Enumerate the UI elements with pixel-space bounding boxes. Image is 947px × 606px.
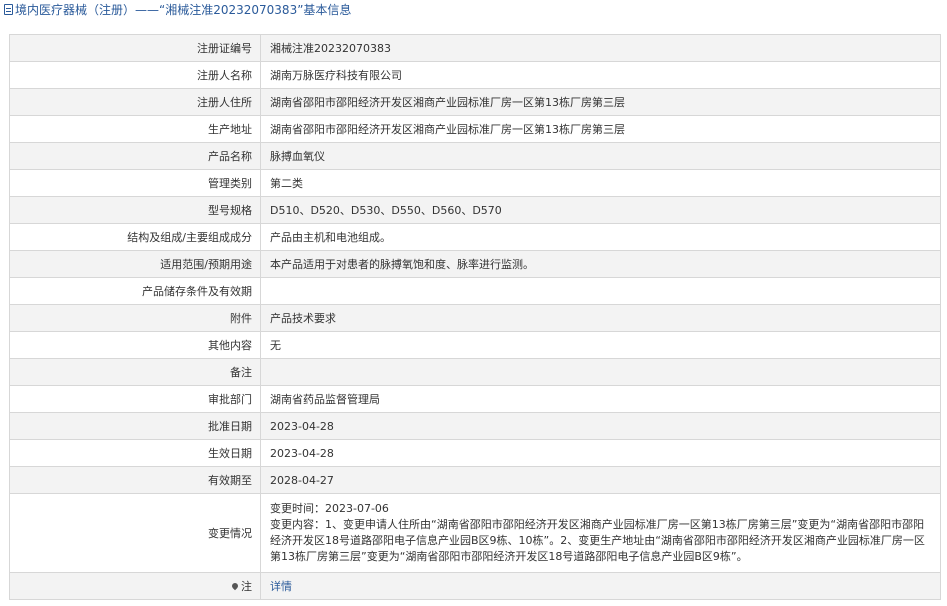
field-label: 适用范围/预期用途	[9, 250, 261, 278]
table-row: 其他内容 无	[9, 331, 941, 359]
field-label: 附件	[9, 304, 261, 332]
table-row: 生效日期 2023-04-28	[9, 439, 941, 467]
note-label: 注	[241, 579, 252, 593]
table-row: 附件 产品技术要求	[9, 304, 941, 332]
field-value: 湘械注准20232070383	[260, 34, 941, 62]
field-value: 2023-04-28	[260, 439, 941, 467]
field-label: 变更情况	[9, 493, 261, 573]
field-label: 注册人名称	[9, 61, 261, 89]
field-label: 有效期至	[9, 466, 261, 494]
field-value: 湖南万脉医疗科技有限公司	[260, 61, 941, 89]
change-time: 变更时间：2023-07-06	[270, 502, 389, 515]
table-row: 有效期至 2028-04-27	[9, 466, 941, 494]
field-value: 2023-04-28	[260, 412, 941, 440]
field-value: 产品由主机和电池组成。	[260, 223, 941, 251]
table-row: 产品名称 脉搏血氧仪	[9, 142, 941, 170]
field-label: 注册人住所	[9, 88, 261, 116]
page-header: 境内医疗器械（注册）——“湘械注准20232070383”基本信息	[0, 0, 947, 22]
field-value	[260, 358, 941, 386]
field-label: 注册证编号	[9, 34, 261, 62]
field-value: 2028-04-27	[260, 466, 941, 494]
field-label: 产品名称	[9, 142, 261, 170]
field-label: 批准日期	[9, 412, 261, 440]
field-label: 管理类别	[9, 169, 261, 197]
page-title: 境内医疗器械（注册）——“湘械注准20232070383”基本信息	[15, 3, 352, 17]
note-value-cell: 详情	[260, 572, 941, 600]
change-content: 变更内容：1、变更申请人住所由“湖南省邵阳市邵阳经济开发区湘商产业园标准厂房一区…	[270, 518, 925, 563]
table-row: 备注	[9, 358, 941, 386]
change-details: 变更时间：2023-07-06 变更内容：1、变更申请人住所由“湖南省邵阳市邵阳…	[260, 493, 941, 573]
pin-icon	[230, 581, 240, 590]
table-row: 审批部门 湖南省药品监督管理局	[9, 385, 941, 413]
field-label: 生效日期	[9, 439, 261, 467]
field-label: 审批部门	[9, 385, 261, 413]
field-value: 无	[260, 331, 941, 359]
table-row: 结构及组成/主要组成成分 产品由主机和电池组成。	[9, 223, 941, 251]
field-value: 产品技术要求	[260, 304, 941, 332]
field-label: 生产地址	[9, 115, 261, 143]
note-label-cell: 注	[9, 572, 261, 600]
table-row: 产品储存条件及有效期	[9, 277, 941, 305]
table-row: 适用范围/预期用途 本产品适用于对患者的脉搏氧饱和度、脉率进行监测。	[9, 250, 941, 278]
table-row-note: 注 详情	[9, 572, 941, 600]
field-value: 脉搏血氧仪	[260, 142, 941, 170]
field-value: 第二类	[260, 169, 941, 197]
info-table: 注册证编号 湘械注准20232070383 注册人名称 湖南万脉医疗科技有限公司…	[9, 34, 941, 600]
field-value: D510、D520、D530、D550、D560、D570	[260, 196, 941, 224]
field-value	[260, 277, 941, 305]
document-icon	[4, 4, 13, 15]
table-row: 注册人名称 湖南万脉医疗科技有限公司	[9, 61, 941, 89]
field-value: 本产品适用于对患者的脉搏氧饱和度、脉率进行监测。	[260, 250, 941, 278]
field-label: 其他内容	[9, 331, 261, 359]
field-value: 湖南省药品监督管理局	[260, 385, 941, 413]
field-label: 型号规格	[9, 196, 261, 224]
table-row: 型号规格 D510、D520、D530、D550、D560、D570	[9, 196, 941, 224]
table-row-change: 变更情况 变更时间：2023-07-06 变更内容：1、变更申请人住所由“湖南省…	[9, 493, 941, 573]
table-row: 批准日期 2023-04-28	[9, 412, 941, 440]
table-row: 注册证编号 湘械注准20232070383	[9, 34, 941, 62]
field-label: 结构及组成/主要组成成分	[9, 223, 261, 251]
field-label: 产品储存条件及有效期	[9, 277, 261, 305]
details-link[interactable]: 详情	[270, 580, 292, 593]
table-row: 注册人住所 湖南省邵阳市邵阳经济开发区湘商产业园标准厂房一区第13栋厂房第三层	[9, 88, 941, 116]
field-value: 湖南省邵阳市邵阳经济开发区湘商产业园标准厂房一区第13栋厂房第三层	[260, 115, 941, 143]
table-row: 管理类别 第二类	[9, 169, 941, 197]
table-row: 生产地址 湖南省邵阳市邵阳经济开发区湘商产业园标准厂房一区第13栋厂房第三层	[9, 115, 941, 143]
field-value: 湖南省邵阳市邵阳经济开发区湘商产业园标准厂房一区第13栋厂房第三层	[260, 88, 941, 116]
field-label: 备注	[9, 358, 261, 386]
